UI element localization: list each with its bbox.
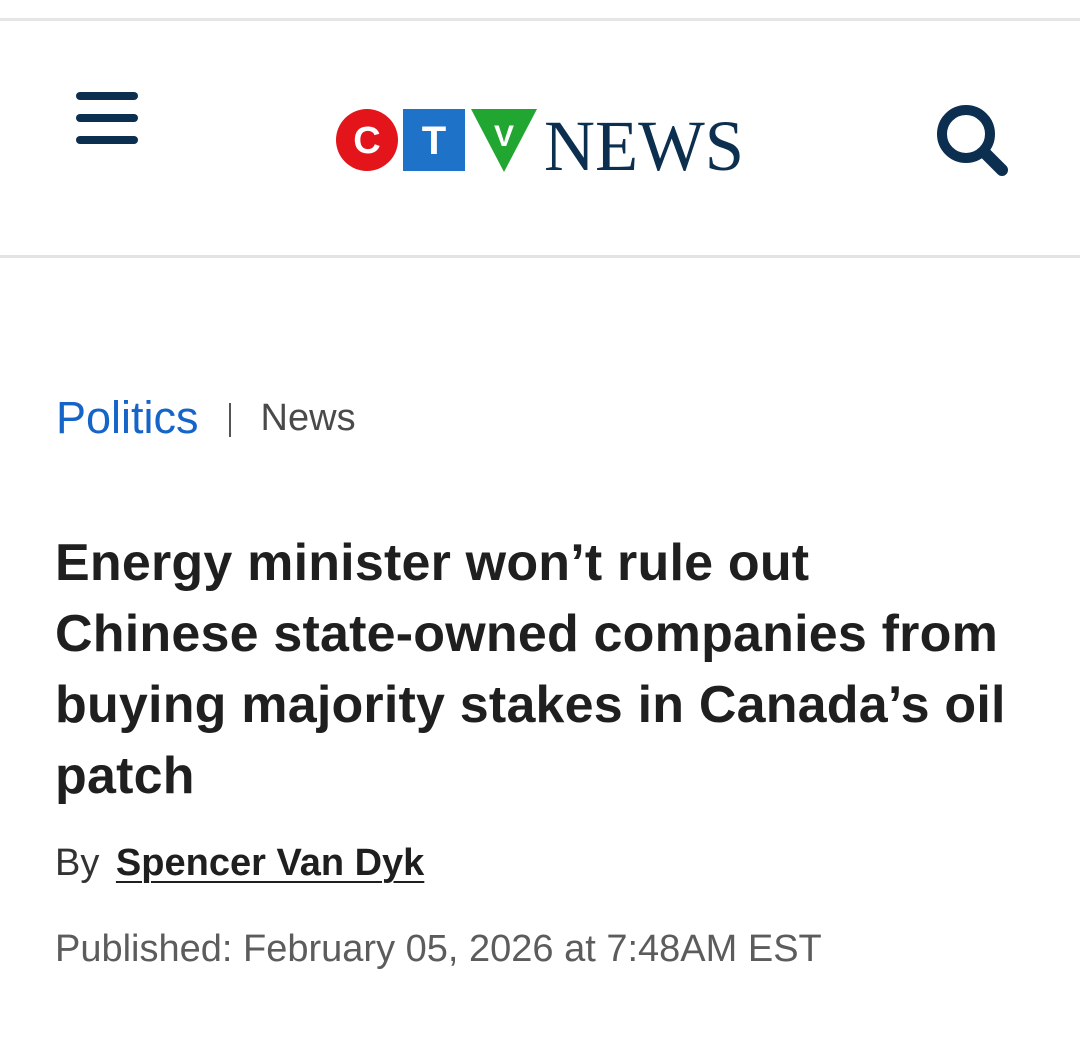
logo-letter-t: T	[422, 119, 446, 163]
search-icon[interactable]	[932, 100, 1012, 180]
byline-prefix: By	[55, 842, 100, 884]
article-headline: Energy minister won’t rule out Chinese s…	[55, 534, 1006, 805]
author-link[interactable]: Spencer Van Dyk	[116, 842, 424, 884]
logo-graphic: C T V NEWS	[336, 106, 744, 186]
logo-letter-c: C	[353, 120, 380, 162]
logo-letter-v: V	[494, 120, 514, 153]
byline: By Spencer Van Dyk	[55, 842, 424, 885]
menu-button[interactable]	[72, 88, 142, 148]
breadcrumb: Politics News	[56, 388, 356, 448]
section-link-politics[interactable]: Politics	[56, 392, 199, 444]
logo-wordmark: NEWS	[544, 106, 744, 178]
header-divider	[0, 255, 1080, 258]
content-type-label[interactable]: News	[261, 397, 356, 440]
search-button[interactable]	[932, 100, 1012, 180]
published-timestamp: Published: February 05, 2026 at 7:48AM E…	[55, 928, 822, 970]
ctv-news-logo[interactable]: C T V NEWS	[334, 106, 754, 186]
breadcrumb-separator	[228, 403, 231, 437]
